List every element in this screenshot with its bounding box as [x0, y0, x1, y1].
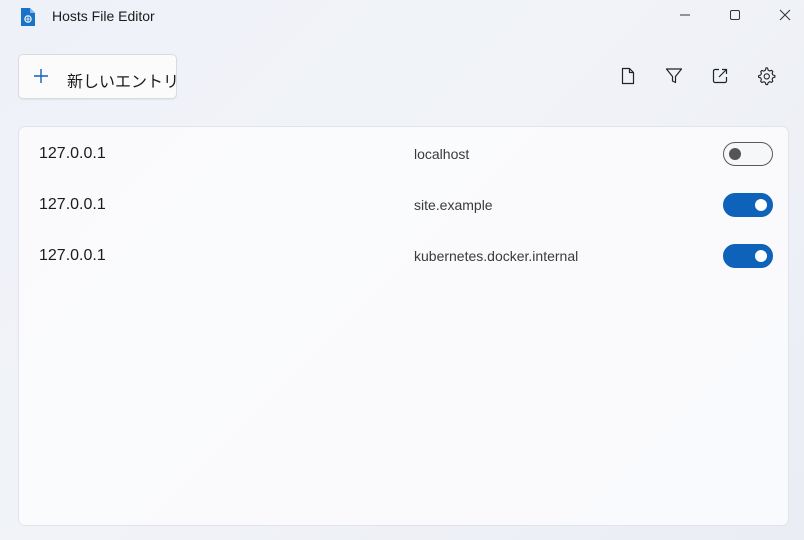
toggle-knob — [755, 250, 767, 262]
app-icon — [21, 8, 35, 26]
plus-icon — [34, 69, 48, 83]
close-icon — [779, 9, 791, 21]
close-button[interactable] — [762, 0, 804, 30]
entry-active-toggle[interactable] — [723, 193, 773, 217]
minimize-icon — [680, 14, 690, 16]
filter-button[interactable] — [662, 64, 686, 88]
list-item[interactable]: 127.0.0.1 kubernetes.docker.internal — [19, 230, 788, 281]
entry-active-toggle[interactable] — [723, 244, 773, 268]
entry-hosts: site.example — [414, 197, 493, 213]
entry-hosts: kubernetes.docker.internal — [414, 248, 579, 264]
new-entry-button[interactable]: 新しいエントリ — [18, 54, 180, 99]
title-bar: Hosts File Editor — [0, 0, 804, 34]
open-external-button[interactable] — [708, 64, 732, 88]
entry-address: 127.0.0.1 — [39, 196, 106, 213]
settings-button[interactable] — [754, 64, 778, 88]
entry-address: 127.0.0.1 — [39, 247, 106, 264]
list-item[interactable]: 127.0.0.1 localhost — [19, 128, 788, 179]
filter-icon — [665, 68, 683, 84]
entry-address: 127.0.0.1 — [39, 145, 106, 162]
window-title: Hosts File Editor — [52, 8, 155, 24]
maximize-button[interactable] — [712, 0, 758, 30]
open-external-icon — [712, 68, 728, 84]
file-icon — [621, 67, 635, 85]
entry-active-toggle[interactable] — [723, 142, 773, 166]
toggle-knob — [729, 148, 741, 160]
entry-hosts: localhost — [414, 146, 470, 162]
maximize-icon — [730, 10, 740, 20]
file-button[interactable] — [616, 64, 640, 88]
list-item[interactable]: 127.0.0.1 site.example — [19, 179, 788, 230]
toggle-knob — [755, 199, 767, 211]
minimize-button[interactable] — [662, 0, 708, 30]
settings-icon — [758, 67, 776, 86]
new-entry-label: 新しいエントリ — [67, 74, 180, 91]
entries-list: 127.0.0.1 localhost 127.0.0.1 site.examp… — [18, 126, 789, 526]
